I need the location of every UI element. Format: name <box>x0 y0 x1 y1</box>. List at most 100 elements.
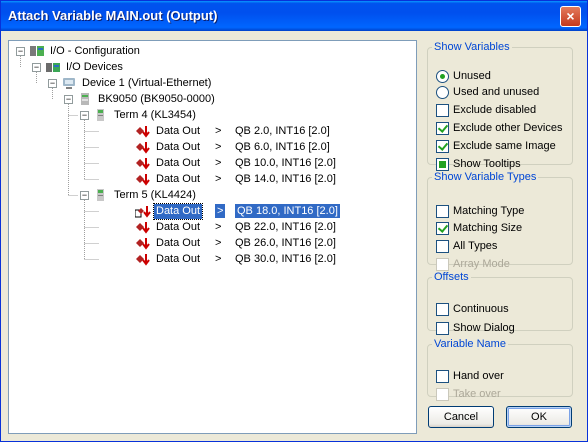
expander-io-config[interactable]: − <box>16 47 25 56</box>
expander-bk9050[interactable]: − <box>64 95 73 104</box>
checkbox-indicator[interactable] <box>436 139 449 153</box>
tree-var-row-selected[interactable]: Data Out > QB 18.0, INT16 [2.0] <box>134 202 415 220</box>
network-device-icon <box>61 76 77 90</box>
show-tooltips-checkbox[interactable]: Show Tooltips <box>436 156 521 172</box>
close-button[interactable]: × <box>560 6 581 27</box>
exclude-other-devices-checkbox[interactable]: Exclude other Devices <box>436 120 562 136</box>
node-label: Term 4 (KL3454) <box>114 108 196 121</box>
checkbox-indicator[interactable] <box>436 302 449 316</box>
option-label: All Types <box>453 240 498 252</box>
node-label: BK9050 (BK9050-0000) <box>98 92 215 105</box>
array-mode-checkbox: Array Mode <box>436 256 510 272</box>
option-label: Show Tooltips <box>453 158 521 170</box>
variable-tree[interactable]: − − − − − − I/O - Configuration I/O Devi… <box>8 40 417 434</box>
checkbox-indicator[interactable] <box>436 239 449 253</box>
all-types-checkbox[interactable]: All Types <box>436 238 497 254</box>
checkbox-indicator[interactable] <box>436 369 449 383</box>
option-label: Exclude same Image <box>453 140 556 152</box>
attach-variable-dialog: Attach Variable MAIN.out (Output) × − − … <box>0 0 588 442</box>
checkbox-indicator[interactable] <box>436 221 449 235</box>
variable-name: Data Out <box>156 140 201 153</box>
node-label: I/O - Configuration <box>50 44 140 57</box>
option-label: Matching Size <box>453 222 523 234</box>
group-legend: Offsets <box>434 271 469 283</box>
variable-arrow: > <box>215 157 222 169</box>
option-label: Unused <box>453 70 491 82</box>
tree-node-io-devices[interactable]: I/O Devices <box>45 59 125 75</box>
cancel-button[interactable]: Cancel <box>428 406 494 428</box>
tree-node-term5[interactable]: Term 5 (KL4424) <box>93 187 198 203</box>
checkbox-indicator[interactable] <box>436 157 449 171</box>
variable-arrow: > <box>215 253 222 265</box>
variable-info: QB 2.0, INT16 [2.0] <box>235 125 330 137</box>
checkbox-indicator[interactable] <box>436 204 449 218</box>
matching-size-checkbox[interactable]: Matching Size <box>436 220 522 236</box>
variable-name: Data Out <box>152 202 204 220</box>
node-label: Device 1 (Virtual-Ethernet) <box>82 76 212 89</box>
checkbox-indicator[interactable] <box>436 103 449 117</box>
radio-indicator[interactable] <box>436 85 449 99</box>
output-variable-icon <box>135 156 151 170</box>
variable-name: Data Out <box>156 236 201 249</box>
terminal-icon <box>93 108 109 122</box>
output-variable-icon <box>135 124 151 138</box>
unused-radio[interactable]: Unused <box>436 68 491 84</box>
checkbox-indicator <box>436 387 449 401</box>
output-variable-icon <box>135 252 151 266</box>
show-dialog-checkbox[interactable]: Show Dialog <box>436 320 515 336</box>
tree-var-row[interactable]: Data Out > QB 22.0, INT16 [2.0] <box>135 219 415 235</box>
hand-over-checkbox[interactable]: Hand over <box>436 368 504 384</box>
option-label: Hand over <box>453 370 504 382</box>
output-variable-icon <box>135 236 151 250</box>
terminal-icon <box>93 188 109 202</box>
option-label: Take over <box>453 388 501 400</box>
tree-var-row[interactable]: Data Out > QB 30.0, INT16 [2.0] <box>135 251 415 267</box>
ok-button[interactable]: OK <box>506 406 572 428</box>
expander-device1[interactable]: − <box>48 79 57 88</box>
variable-name: Data Out <box>156 172 201 185</box>
tree-var-row[interactable]: Data Out > QB 2.0, INT16 [2.0] <box>135 123 415 139</box>
expander-term4[interactable]: − <box>80 111 89 120</box>
checkbox-indicator[interactable] <box>436 321 449 335</box>
variable-info: QB 18.0, INT16 [2.0] <box>235 204 340 218</box>
tree-node-io-config[interactable]: I/O - Configuration <box>29 43 142 59</box>
variable-info: QB 10.0, INT16 [2.0] <box>235 157 336 169</box>
used-and-unused-radio[interactable]: Used and unused <box>436 84 539 100</box>
matching-type-checkbox[interactable]: Matching Type <box>436 203 524 219</box>
checkbox-indicator <box>436 257 449 271</box>
node-label: Term 5 (KL4424) <box>114 188 196 201</box>
tree-node-term4[interactable]: Term 4 (KL3454) <box>93 107 198 123</box>
io-config-icon <box>29 44 45 58</box>
expander-term5[interactable]: − <box>80 191 89 200</box>
variable-name: Data Out <box>156 156 201 169</box>
variable-arrow: > <box>215 125 222 137</box>
continuous-checkbox[interactable]: Continuous <box>436 301 509 317</box>
option-label: Exclude disabled <box>453 104 537 116</box>
option-label: Show Dialog <box>453 322 515 334</box>
tree-node-device1[interactable]: Device 1 (Virtual-Ethernet) <box>61 75 213 91</box>
tree-var-row[interactable]: Data Out > QB 14.0, INT16 [2.0] <box>135 171 415 187</box>
tree-var-row[interactable]: Data Out > QB 26.0, INT16 [2.0] <box>135 235 415 251</box>
show-variables-group: Show Variables Unused Used and unused Ex… <box>427 41 573 171</box>
exclude-disabled-checkbox[interactable]: Exclude disabled <box>436 102 536 118</box>
tree-var-row[interactable]: Data Out > QB 6.0, INT16 [2.0] <box>135 139 415 155</box>
variable-arrow: > <box>215 173 222 185</box>
variable-name: Data Out <box>156 220 201 233</box>
expander-io-devices[interactable]: − <box>32 63 41 72</box>
variable-name: Data Out <box>156 252 201 265</box>
group-legend: Show Variable Types <box>434 171 537 183</box>
checkbox-indicator[interactable] <box>436 121 449 135</box>
variable-arrow: > <box>215 141 222 153</box>
exclude-same-image-checkbox[interactable]: Exclude same Image <box>436 138 556 154</box>
variable-info: QB 26.0, INT16 [2.0] <box>235 237 336 249</box>
option-label: Exclude other Devices <box>453 122 563 134</box>
show-variable-types-group: Show Variable Types Matching Type Matchi… <box>427 171 573 271</box>
group-legend: Variable Name <box>434 338 506 350</box>
tree-node-bk9050[interactable]: BK9050 (BK9050-0000) <box>77 91 217 107</box>
tree-var-row[interactable]: Data Out > QB 10.0, INT16 [2.0] <box>135 155 415 171</box>
title-bar[interactable]: Attach Variable MAIN.out (Output) × <box>1 1 587 31</box>
radio-indicator[interactable] <box>436 69 449 83</box>
group-legend: Show Variables <box>434 41 510 53</box>
window-title: Attach Variable MAIN.out (Output) <box>8 8 218 23</box>
variable-arrow: > <box>215 221 222 233</box>
